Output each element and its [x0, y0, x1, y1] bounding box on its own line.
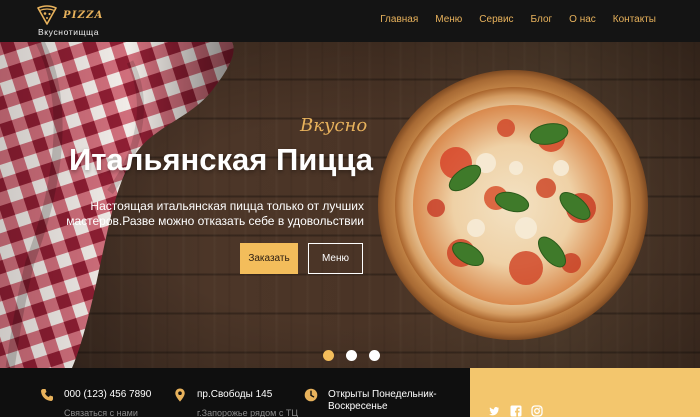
hero-description: Настоящая итальянская пицца только от лу…: [66, 199, 364, 228]
pizza-image: [378, 70, 648, 340]
slider-dot-2[interactable]: [346, 350, 357, 361]
nav-home[interactable]: Главная: [380, 14, 418, 25]
facebook-icon[interactable]: [510, 405, 522, 417]
hero-title: Итальянская Пицца: [69, 142, 374, 177]
site-header: PIZZA Вкуснотищща Главная Меню Сервис Бл…: [0, 0, 700, 42]
main-nav: Главная Меню Сервис Блог О нас Контакты: [380, 14, 656, 25]
nav-contacts[interactable]: Контакты: [613, 14, 656, 25]
location-pin-icon: [175, 388, 185, 402]
order-button[interactable]: Заказать: [240, 243, 298, 274]
phone-icon: [41, 389, 53, 401]
phone-number[interactable]: 000 (123) 456 7890: [64, 389, 151, 401]
social-panel: [470, 368, 700, 417]
address-text: пр.Свободы 145: [197, 389, 273, 400]
hours-text: Открыты Понедельник-Воскресенье: [328, 389, 437, 412]
address-subtitle: г.Запорожье рядом с ТЦ: [197, 408, 299, 417]
nav-service[interactable]: Сервис: [479, 14, 513, 25]
slider-dot-3[interactable]: [369, 350, 380, 361]
slider-dot-1[interactable]: [323, 350, 334, 361]
logo-tagline: Вкуснотищща: [38, 27, 100, 37]
nav-blog[interactable]: Блог: [531, 14, 553, 25]
menu-button[interactable]: Меню: [308, 243, 363, 274]
slider-dots: [323, 350, 380, 361]
hero-slider: Вкусно Итальянская Пицца Настоящая италь…: [0, 42, 700, 368]
phone-subtitle: Связаться с нами: [64, 408, 138, 417]
logo[interactable]: PIZZA Вкуснотищща: [36, 5, 116, 39]
pizza-slice-icon: [37, 5, 57, 25]
nav-about[interactable]: О нас: [569, 14, 596, 25]
twitter-icon[interactable]: [488, 405, 500, 417]
nav-menu[interactable]: Меню: [435, 14, 462, 25]
logo-text: PIZZA: [63, 10, 104, 21]
instagram-icon[interactable]: [531, 405, 543, 417]
clock-icon: [304, 388, 318, 402]
contact-info-bar: 000 (123) 456 7890 Связаться с нами пр.С…: [0, 368, 700, 417]
hero-script-text: Вкусно: [300, 115, 368, 136]
